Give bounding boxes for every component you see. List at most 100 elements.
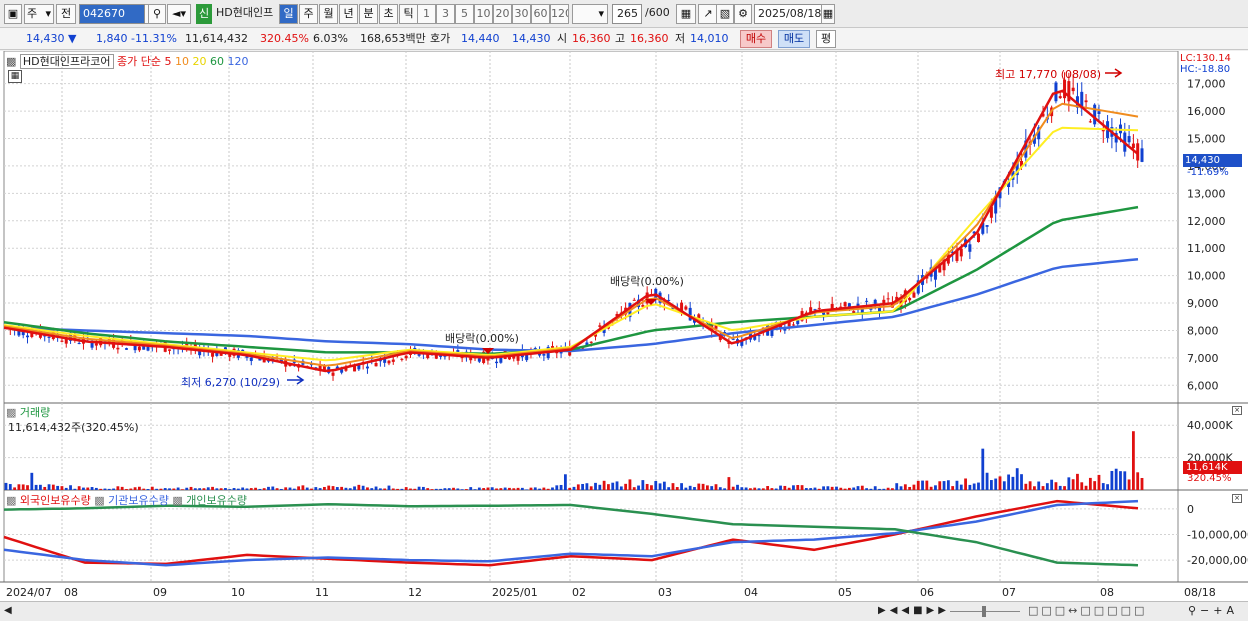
legend-ma60: 60 <box>209 55 224 68</box>
chart-canvas[interactable]: 2024/07 08 09 10 11 12 2025/01 02 03 04 05 06 07 08 08… <box>0 50 1248 601</box>
save-icon[interactable]: ▧ <box>716 4 734 24</box>
count-input[interactable]: 265 <box>612 4 642 24</box>
volume-bar <box>305 487 309 490</box>
volume-bar <box>632 487 636 490</box>
price-change: 1,840 <box>96 32 128 45</box>
period-tab-1[interactable]: 주 <box>299 4 318 24</box>
volume-bar <box>99 488 103 490</box>
legend-foreign: 외국인보유수량 <box>19 494 91 507</box>
candle-type-icon[interactable]: ▦ <box>676 4 696 24</box>
interval-tab-10[interactable]: 10 <box>474 4 493 24</box>
stock-code-input[interactable]: 042670 <box>79 4 145 24</box>
zoom-controls[interactable]: ⚲−+A <box>1188 604 1238 617</box>
volume-bar <box>409 488 412 490</box>
volume-bar <box>783 485 787 490</box>
interval-tab-20[interactable]: 20 <box>493 4 512 24</box>
ma-60-line <box>3 205 1139 355</box>
calendar-icon[interactable]: ▦ <box>821 4 835 24</box>
prev-button[interactable]: 전 <box>56 4 76 24</box>
volume-bar <box>198 488 202 490</box>
candle-body <box>1127 136 1131 143</box>
volume-bar <box>107 488 111 490</box>
dividend-annotation-2: 배당락(0.00%) <box>610 275 684 288</box>
eval-button[interactable]: 평 <box>816 30 836 48</box>
volume-bar <box>129 488 133 490</box>
legend-individual: 개인보유수량 <box>186 494 248 507</box>
interval-tab-5[interactable]: 5 <box>455 4 474 24</box>
volume-bar <box>73 488 77 490</box>
volume-bar <box>314 487 318 490</box>
type-select[interactable]: 주 ▾ <box>24 4 54 24</box>
buy-button[interactable]: 매수 <box>740 30 772 48</box>
volume-bar <box>938 481 942 490</box>
candle-body <box>331 372 335 376</box>
volume-bar <box>400 488 404 490</box>
volume-bar <box>710 486 714 490</box>
scroll-left-icon[interactable]: ◀ <box>4 605 12 616</box>
search-icon[interactable]: ⚲ <box>148 4 166 24</box>
last-price-tag: 14,430 <box>1183 154 1242 167</box>
close-panel-icon[interactable]: × <box>1232 494 1242 503</box>
volume-bar <box>628 479 632 490</box>
volume-bar <box>120 486 124 490</box>
interval-tab-3[interactable]: 3 <box>436 4 455 24</box>
volume-bar <box>1106 484 1109 490</box>
volume-bar <box>56 485 60 490</box>
volume-bar <box>645 483 649 490</box>
volume-bar <box>64 487 68 490</box>
volume-bar <box>667 487 671 490</box>
volume-bar <box>430 489 434 490</box>
period-tab-5[interactable]: 초 <box>379 4 398 24</box>
playback-controls[interactable]: ▶◀◀■▶▶ <box>878 605 950 616</box>
volume-bar <box>86 487 90 490</box>
interval-tab-60[interactable]: 60 <box>531 4 550 24</box>
draw-tool-icon[interactable]: ↗ <box>698 4 718 24</box>
candle-body <box>826 312 830 315</box>
volume-bar <box>90 487 94 490</box>
candle-body <box>387 360 391 364</box>
price-tick-label: 11,000 <box>1187 242 1226 255</box>
zoom-slider-handle[interactable] <box>982 606 986 617</box>
interval-tab-30[interactable]: 30 <box>512 4 531 24</box>
speaker-icon[interactable]: ◄▾ <box>167 4 191 24</box>
interval-dropdown[interactable]: ▾ <box>572 4 608 24</box>
period-tab-4[interactable]: 분 <box>359 4 378 24</box>
period-tab-3[interactable]: 년 <box>339 4 358 24</box>
price-legend: ▩ HD현대인프라코어 종가 단순 5 10 20 60 120 <box>6 53 248 69</box>
volume-bar <box>602 480 606 490</box>
sell-button[interactable]: 매도 <box>778 30 810 48</box>
chart-area[interactable]: 2024/07 08 09 10 11 12 2025/01 02 03 04 05 06 07 08 08… <box>0 50 1248 601</box>
layout-icon[interactable]: ▣ <box>4 4 22 24</box>
date-input[interactable]: 2025/08/18 <box>754 4 822 24</box>
volume-bar <box>1127 479 1131 490</box>
volume-bar <box>598 484 602 490</box>
candle-body <box>1088 121 1092 123</box>
interval-tab-1[interactable]: 1 <box>417 4 436 24</box>
period-tab-2[interactable]: 월 <box>319 4 338 24</box>
volume-bar <box>792 485 795 490</box>
period-tab-0[interactable]: 일 <box>279 4 298 24</box>
grid-toggle-icon[interactable]: ▦ <box>8 70 22 83</box>
chart-tools[interactable]: □□□↔□□□□□ <box>1028 604 1147 617</box>
close-panel-icon[interactable]: × <box>1232 406 1242 415</box>
volume-bar <box>348 488 352 490</box>
legend-stock-name[interactable]: HD현대인프라코어 <box>19 54 114 69</box>
volume-bar <box>482 488 486 490</box>
volume-bar <box>146 489 150 490</box>
period-tab-6[interactable]: 틱 <box>399 4 418 24</box>
volume-bar <box>908 486 912 490</box>
scroll-bar[interactable]: ◀ ▶◀◀■▶▶ □□□↔□□□□□ ⚲−+A <box>0 601 1248 621</box>
volume-bar <box>396 488 399 490</box>
candle-body <box>116 347 120 350</box>
volume-bar <box>503 487 507 490</box>
gear-icon[interactable]: ⚙ <box>734 4 752 24</box>
volume-bar <box>137 486 141 490</box>
volume-bar <box>357 484 361 490</box>
volume-bar <box>581 483 585 490</box>
volume-bar <box>77 486 81 490</box>
candle-body <box>632 299 636 301</box>
volume-bar <box>912 484 916 490</box>
volume-bar <box>185 487 189 490</box>
legend-square-icon: ▩ <box>172 494 183 507</box>
interval-tab-120[interactable]: 120 <box>550 4 569 24</box>
